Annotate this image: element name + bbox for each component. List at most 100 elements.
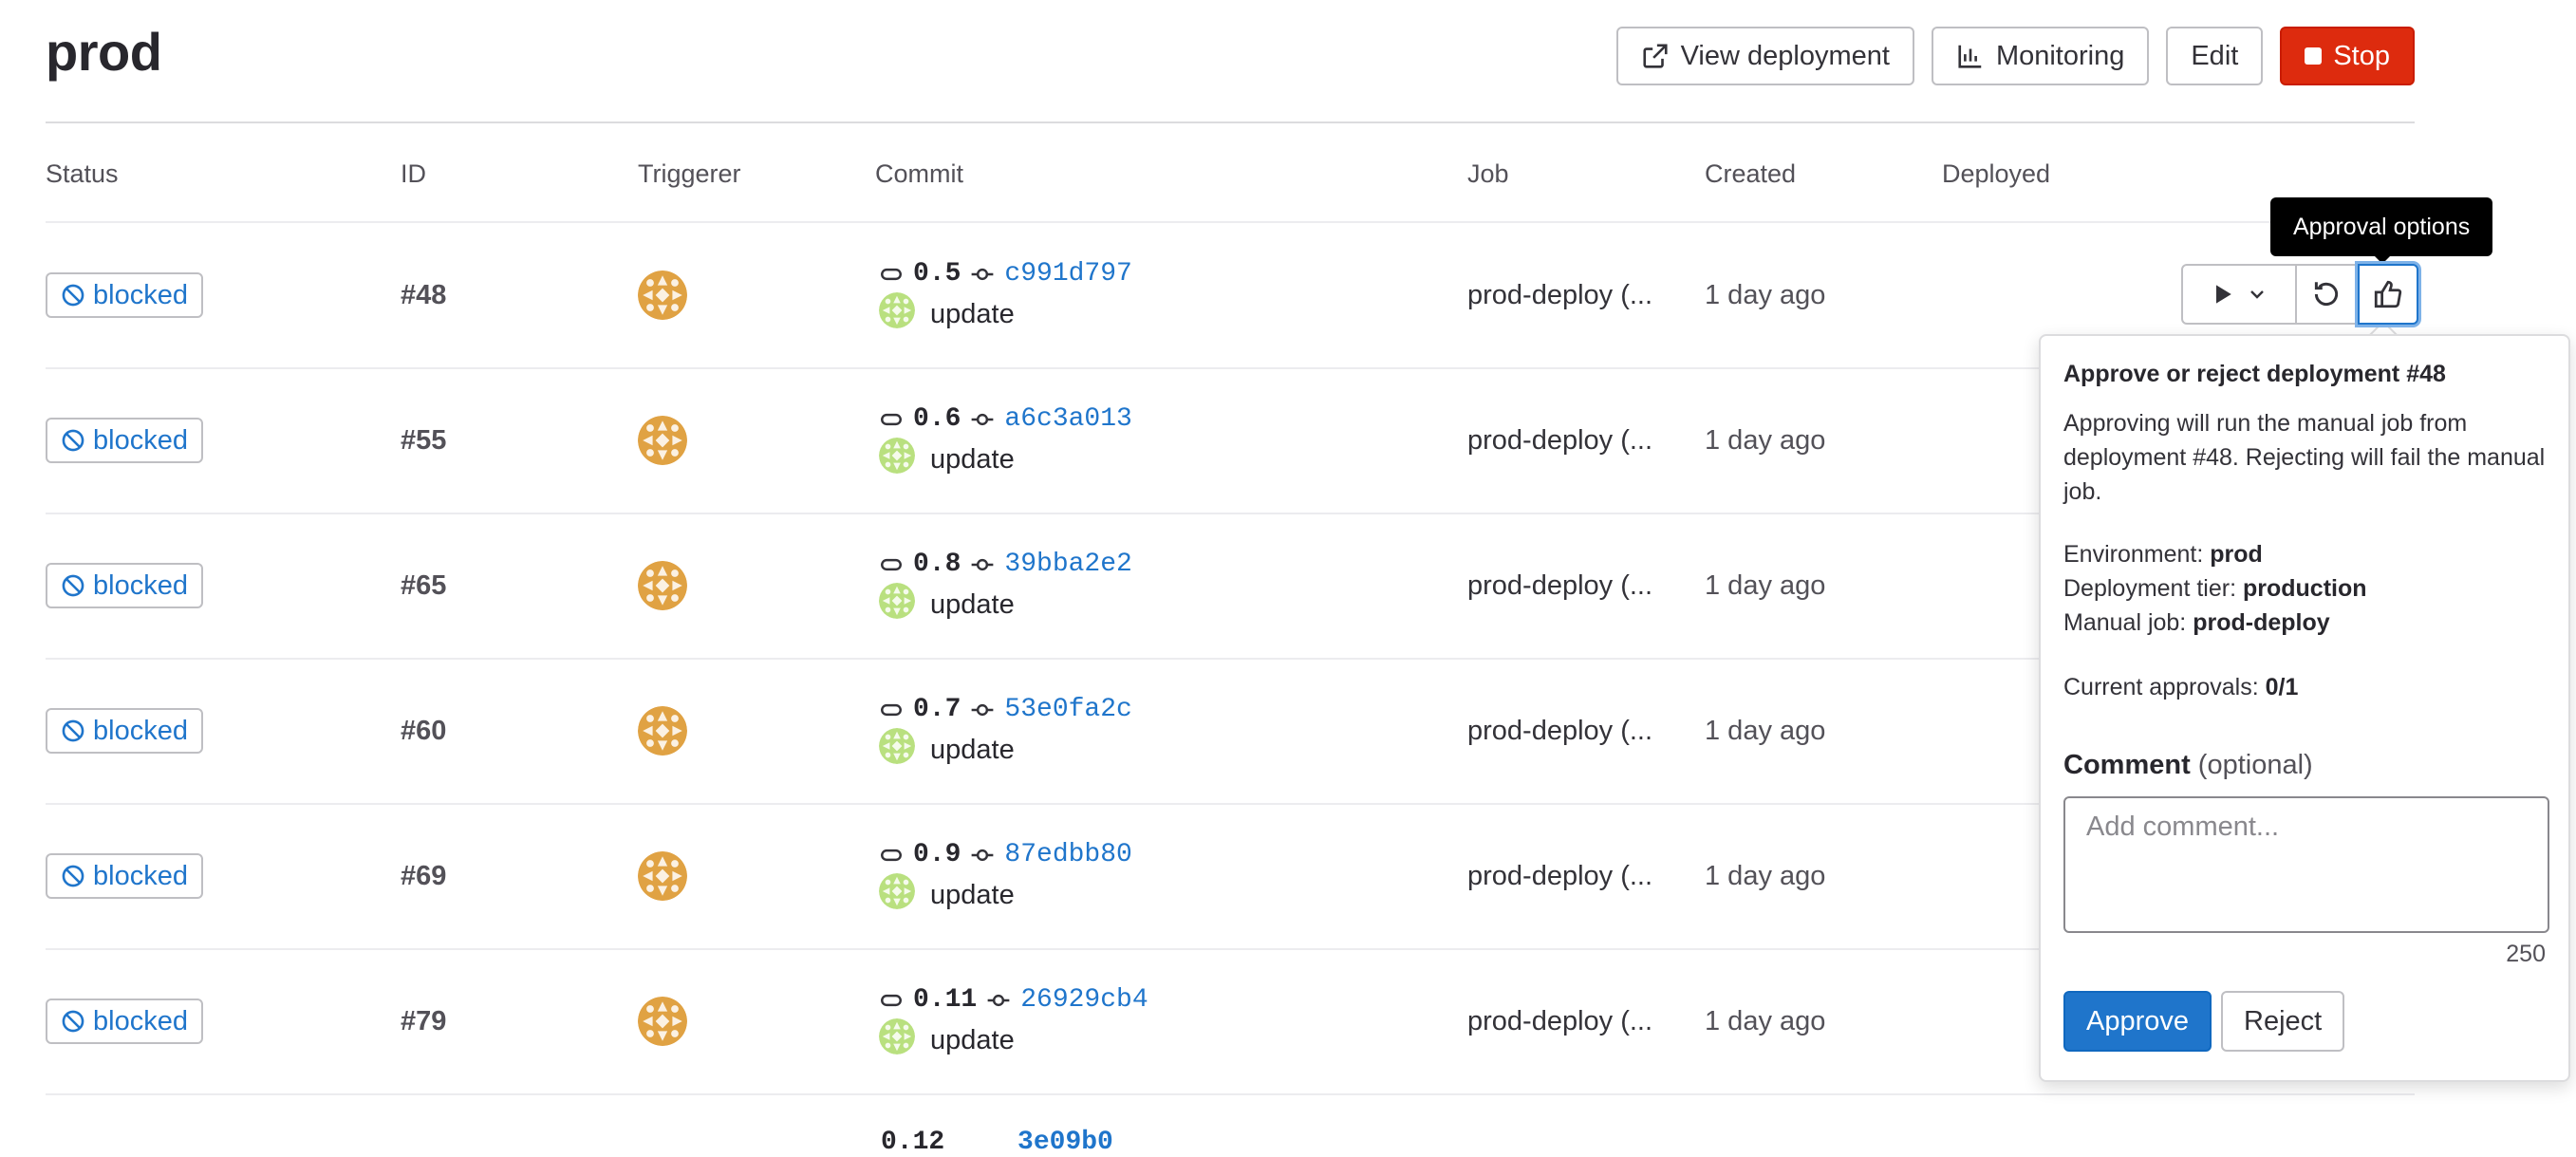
stop-icon [2305,47,2323,65]
view-deployment-button[interactable]: View deployment [1615,27,1914,85]
commit-icon [972,413,994,425]
job-link[interactable]: prod-deploy (... [1467,570,1652,602]
commit-title[interactable]: update [930,444,1015,476]
status-label: blocked [93,860,188,891]
commit-sha[interactable]: c991d797 [1004,259,1131,289]
created-time: 1 day ago [1705,716,1826,746]
created-time: 1 day ago [1705,861,1826,891]
job-link[interactable]: prod-deploy (... [1467,280,1652,311]
monitoring-button[interactable]: Monitoring [1931,27,2150,85]
commit-title[interactable]: update [930,589,1015,621]
edit-button[interactable]: Edit [2166,27,2264,85]
deployment-id: #69 [401,861,447,891]
commit-icon [987,994,1010,1006]
approval-options-button[interactable] [2358,264,2418,325]
job-link[interactable]: prod-deploy (... [1467,1006,1652,1037]
tier-label: Deployment tier: [2063,575,2237,602]
play-icon [2216,285,2231,304]
view-deployment-label: View deployment [1680,40,1890,71]
header-actions: View deployment Monitoring Edit Stop [1615,27,2415,85]
blocked-icon [62,574,84,597]
stop-label: Stop [2333,40,2390,71]
play-dropdown-button[interactable] [2181,264,2297,325]
commit-cell: 0.6 a6c3a013 update [879,404,1132,481]
status-badge[interactable]: blocked [46,418,203,463]
status-badge[interactable]: blocked [46,998,203,1044]
deployment-id: #60 [401,716,447,746]
job-line: Manual job: prod-deploy [2063,606,2546,640]
job-link[interactable]: prod-deploy (... [1467,716,1652,747]
status-badge[interactable]: blocked [46,272,203,318]
blocked-icon [62,865,84,887]
avatar-icon [638,851,687,901]
status-label: blocked [93,715,188,746]
tag-icon [881,413,902,425]
triggerer-avatar[interactable] [638,851,687,908]
blocked-icon [62,1010,84,1033]
triggerer-avatar[interactable] [638,271,687,327]
triggerer-avatar[interactable] [638,416,687,473]
status-cell: blocked [46,998,203,1044]
status-badge[interactable]: blocked [46,563,203,608]
column-triggerer: Triggerer [638,159,741,188]
status-badge[interactable]: blocked [46,853,203,899]
triggerer-avatar[interactable] [638,561,687,618]
deployment-id: #79 [401,1006,447,1036]
avatar-icon [638,997,687,1046]
stop-button[interactable]: Stop [2280,27,2415,85]
status-label: blocked [93,279,188,310]
commit-cell: 0.5 c991d797 update [879,259,1132,336]
environment-value: prod [2210,541,2263,568]
status-cell: blocked [46,708,203,754]
commit-sha[interactable]: 26929cb4 [1020,985,1148,1015]
created-time: 1 day ago [1705,570,1826,601]
status-label: blocked [93,1005,188,1036]
tag-icon [881,558,902,570]
external-link-icon [1643,44,1668,68]
comment-label: Comment (optional) [2063,750,2546,781]
commit-sha[interactable]: 53e0fa2c [1004,695,1131,724]
ref-name[interactable]: 0.6 [913,404,961,434]
status-cell: blocked [46,418,203,463]
job-link[interactable]: prod-deploy (... [1467,425,1652,457]
status-badge[interactable]: blocked [46,708,203,754]
commit-author-avatar [879,292,915,336]
ref-name[interactable]: 0.9 [913,840,961,869]
job-link[interactable]: prod-deploy (... [1467,861,1652,892]
avatar-icon [879,438,915,474]
chevron-down-icon [2250,290,2264,299]
commit-cell: 0.8 39bba2e2 update [879,550,1132,626]
commit-sha[interactable]: 39bba2e2 [1004,550,1131,579]
column-created: Created [1705,159,1797,188]
commit-cell: 0.9 87edbb80 update [879,840,1132,917]
deployment-id: #55 [401,425,447,456]
ref-name[interactable]: 0.5 [913,259,961,289]
commit-author-avatar [879,583,915,626]
approve-button[interactable]: Approve [2063,991,2212,1052]
manual-job-value: prod-deploy [2193,609,2330,636]
avatar-icon [638,706,687,756]
status-label: blocked [93,424,188,456]
ref-name[interactable]: 0.11 [913,985,977,1015]
comment-input[interactable] [2063,796,2549,933]
commit-sha[interactable]: a6c3a013 [1004,404,1131,434]
commit-sha[interactable]: 87edbb80 [1004,840,1131,869]
ref-name[interactable]: 0.8 [913,550,961,579]
triggerer-avatar[interactable] [638,706,687,763]
popover-description: Approving will run the manual job from d… [2063,410,2546,505]
commit-icon [972,849,994,861]
commit-title[interactable]: update [930,735,1015,766]
tag-icon [881,703,902,716]
created-time: 1 day ago [1705,425,1826,456]
retry-button[interactable] [2297,264,2358,325]
reject-button[interactable]: Reject [2221,991,2345,1052]
status-label: blocked [93,569,188,601]
popover-title: Approve or reject deployment #48 [2063,361,2446,387]
avatar-icon [879,583,915,619]
ref-name[interactable]: 0.7 [913,695,961,724]
commit-title[interactable]: update [930,1025,1015,1056]
commit-title[interactable]: update [930,880,1015,911]
commit-title[interactable]: update [930,299,1015,330]
avatar-icon [638,271,687,320]
triggerer-avatar[interactable] [638,997,687,1054]
